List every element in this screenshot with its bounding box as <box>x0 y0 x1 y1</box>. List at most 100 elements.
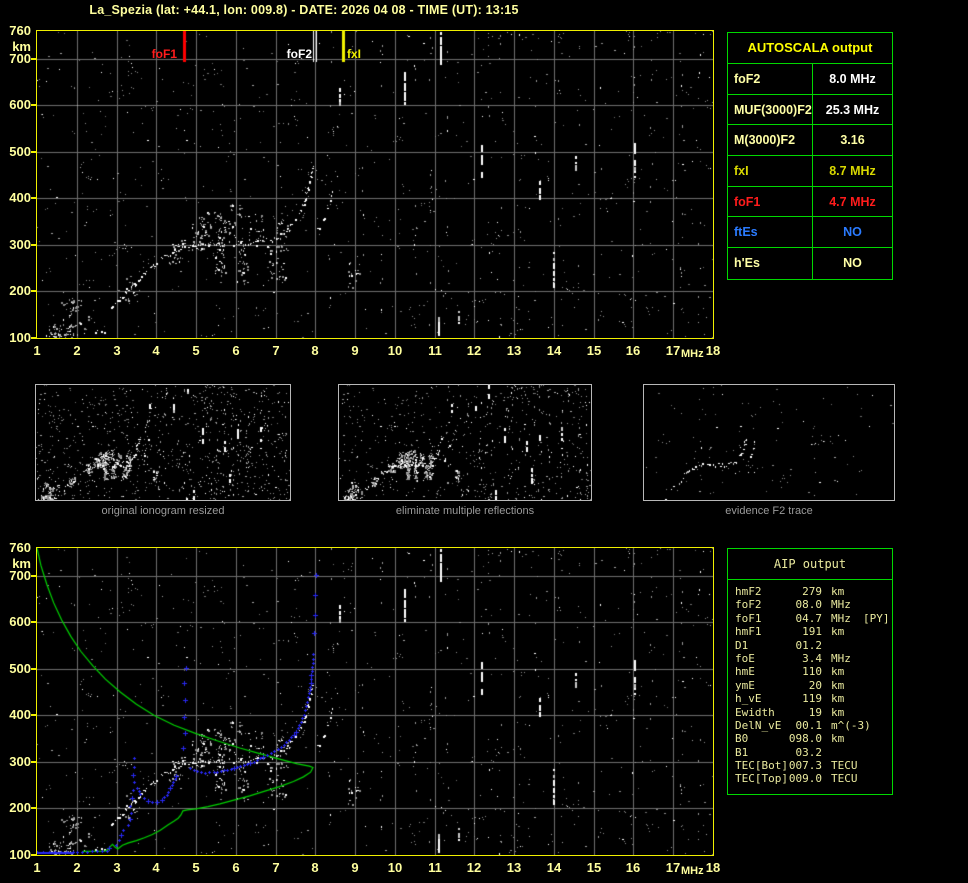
ionogram-bottom-canvas <box>37 548 713 855</box>
y-tick-label: 760 <box>2 24 31 38</box>
x-tick-label: 9 <box>343 344 367 358</box>
y-tick-label: 760 <box>2 541 31 555</box>
x-tick-label: 11 <box>423 344 447 358</box>
x-tick-label: 4 <box>144 344 168 358</box>
aip-output-table: AIP output hmF2279kmfoF208.0MHzfoF104.7M… <box>727 548 893 795</box>
autoscala-row-value: NO <box>813 225 892 239</box>
fxi-marker-label: fxI <box>347 48 373 60</box>
y-tick-label: 300 <box>2 238 31 252</box>
autoscala-row-label: M(3000)F2 <box>728 125 813 155</box>
autoscala-row-fof2: foF28.0 MHz <box>728 64 892 95</box>
aip-row-value: 279 <box>786 585 822 598</box>
aip-table-header: AIP output <box>728 549 892 580</box>
aip-row-hmf2: hmF2279km <box>728 585 892 598</box>
aip-row-label: TEC[Top] <box>735 772 788 785</box>
aip-row-label: hmF1 <box>735 625 762 638</box>
autoscala-row-value: 8.0 MHz <box>813 72 892 86</box>
x-tick-label: 15 <box>582 344 606 358</box>
autoscala-row-h-es: h'EsNO <box>728 248 892 279</box>
aip-row-label: foF2 <box>735 598 762 611</box>
aip-row-unit: MHz <box>831 598 851 611</box>
x-axis-unit-label: MHz <box>681 865 711 877</box>
autoscala-row-label: foF2 <box>728 64 813 94</box>
aip-row-unit: km <box>831 692 844 705</box>
thumbnail-caption-original: original ionogram resized <box>35 505 291 517</box>
aip-row-value: 009.0 <box>786 772 822 785</box>
aip-row-hmf1: hmF1 191 km <box>728 625 892 638</box>
aip-row-unit: m^(-3) <box>831 719 871 732</box>
y-tick-label: 100 <box>2 331 31 345</box>
x-tick-label: 2 <box>65 344 89 358</box>
x-tick-label: 5 <box>184 861 208 875</box>
autoscala-row-ftes: ftEsNO <box>728 217 892 248</box>
autoscala-row-label: MUF(3000)F2 <box>728 95 813 125</box>
x-tick-label: 13 <box>502 861 526 875</box>
x-tick-label: 6 <box>224 344 248 358</box>
x-tick-label: 12 <box>462 861 486 875</box>
autoscala-table-header: AUTOSCALA output <box>728 33 892 64</box>
aip-row-yme: ymE 20 km <box>728 679 892 692</box>
thumbnail-f2-canvas <box>644 385 894 500</box>
y-tick-mark <box>31 337 36 339</box>
aip-row-value: 3.4 <box>786 652 822 665</box>
thumbnail-caption-f2: evidence F2 trace <box>643 505 895 517</box>
autoscala-row-value: 25.3 MHz <box>813 103 892 117</box>
x-tick-label: 15 <box>582 861 606 875</box>
y-tick-mark <box>31 197 36 199</box>
x-axis-unit-label: MHz <box>681 348 711 360</box>
x-tick-label: 13 <box>502 344 526 358</box>
aip-row-label: ymE <box>735 679 755 692</box>
x-tick-label: 14 <box>542 861 566 875</box>
x-tick-label: 16 <box>621 861 645 875</box>
autoscala-row-value: 8.7 MHz <box>813 164 892 178</box>
aip-row-unit: km <box>831 679 844 692</box>
x-tick-label: 16 <box>621 344 645 358</box>
aip-row-ewidth: Ewidth19km <box>728 706 892 719</box>
page-title: La_Spezia (lat: +44.1, lon: 009.8) - DAT… <box>0 3 608 17</box>
autoscala-row-m-3000-f2: M(3000)F23.16 <box>728 125 892 156</box>
y-tick-label: 400 <box>2 708 31 722</box>
y-tick-mark <box>31 58 36 60</box>
aip-row-value: 110 <box>786 665 822 678</box>
aip-row-unit: TECU <box>831 759 858 772</box>
aip-row-value: 098.0 <box>786 732 822 745</box>
aip-row-unit: km <box>831 732 844 745</box>
aip-row-label: TEC[Bot] <box>735 759 788 772</box>
y-tick-mark <box>31 668 36 670</box>
aip-row-unit: MHz <box>831 652 851 665</box>
aip-row-value: 19 <box>786 706 822 719</box>
aip-row-d1: D101.2 <box>728 639 892 652</box>
aip-row-value: 20 <box>786 679 822 692</box>
fof2-marker-label: foF2 <box>282 48 312 60</box>
aip-row-deln-ve: DelN_vE00.1m^(-3) <box>728 719 892 732</box>
aip-row-h-ve: h_vE119km <box>728 692 892 705</box>
y-tick-label: 300 <box>2 755 31 769</box>
x-tick-label: 9 <box>343 861 367 875</box>
y-axis-unit-label: km <box>2 40 31 54</box>
aip-row-unit: MHz <box>831 612 851 625</box>
y-tick-mark <box>31 714 36 716</box>
y-tick-mark <box>31 290 36 292</box>
aip-row-value: 08.0 <box>786 598 822 611</box>
x-tick-label: 3 <box>105 861 129 875</box>
autoscala-screen: { "title": "La_Spezia (lat: +44.1, lon: … <box>0 0 968 883</box>
aip-row-label: foF1 <box>735 612 762 625</box>
fof1-marker-label: foF1 <box>147 48 177 60</box>
autoscala-row-value: 3.16 <box>813 133 892 147</box>
aip-row-fof2: foF2 08.0 MHz <box>728 598 892 611</box>
aip-row-b0: B0098.0km <box>728 732 892 745</box>
x-tick-label: 8 <box>303 344 327 358</box>
aip-row-unit: km <box>831 625 844 638</box>
y-tick-mark <box>31 104 36 106</box>
aip-row-unit: km <box>831 585 844 598</box>
y-tick-mark <box>31 151 36 153</box>
autoscala-output-table: AUTOSCALA output foF28.0 MHzMUF(3000)F22… <box>727 32 893 280</box>
autoscala-row-label: ftEs <box>728 217 813 247</box>
x-tick-label: 6 <box>224 861 248 875</box>
thumbnail-original-ionogram <box>35 384 291 501</box>
aip-row-hme: hmE110km <box>728 665 892 678</box>
thumbnail-eliminate-canvas <box>339 385 591 500</box>
aip-row-value: 191 <box>786 625 822 638</box>
y-tick-mark <box>31 807 36 809</box>
y-tick-label: 500 <box>2 145 31 159</box>
